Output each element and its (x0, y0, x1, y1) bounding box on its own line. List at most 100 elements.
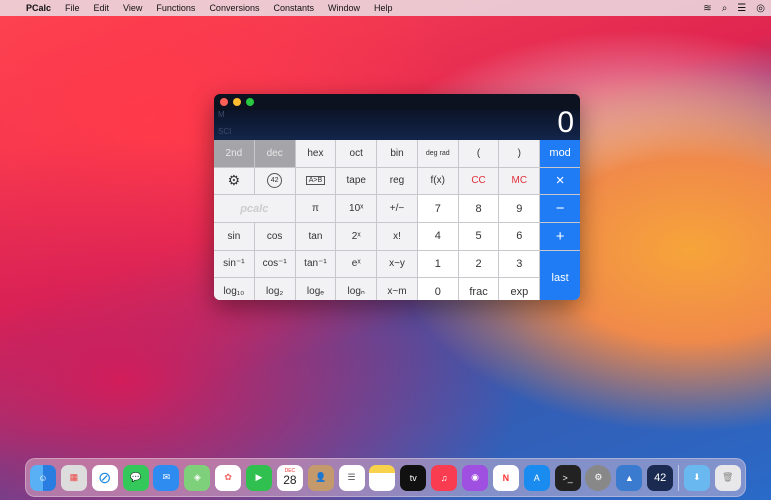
dock: ☺ ▦ ⊘ 💬 ✉ ◈ ✿ ▶ DEC28 👤 ☰ tv ♫ ◉ N A >_ … (25, 458, 746, 497)
key-exp[interactable]: exp (499, 278, 539, 300)
menu-edit[interactable]: Edit (94, 3, 110, 13)
photos-icon[interactable]: ✿ (215, 465, 241, 491)
key-open-paren[interactable]: ( (459, 140, 499, 167)
key-deg-rad[interactable]: deg rad (418, 140, 458, 167)
key-log2[interactable]: log₂ (255, 278, 295, 300)
news-icon[interactable]: N (493, 465, 519, 491)
finder-icon[interactable]: ☺ (30, 465, 56, 491)
key-4[interactable]: 4 (418, 223, 458, 250)
system-preferences-icon[interactable]: ⚙ (585, 465, 611, 491)
key-tape[interactable]: tape (336, 168, 376, 195)
gear-icon: ⚙ (228, 172, 241, 189)
key-atan[interactable]: tan⁻¹ (296, 251, 336, 278)
key-factorial[interactable]: x! (377, 223, 417, 250)
key-mod[interactable]: mod (540, 140, 580, 167)
key-close-paren[interactable]: ) (499, 140, 539, 167)
key-plus-minus[interactable]: +/− (377, 195, 417, 222)
key-dec[interactable]: dec (255, 140, 295, 167)
menu-help[interactable]: Help (374, 3, 393, 13)
pcalc-dock-icon[interactable]: 42 (647, 465, 673, 491)
key-10-pow-x[interactable]: 10ˣ (336, 195, 376, 222)
key-acos[interactable]: cos⁻¹ (255, 251, 295, 278)
dock-separator (678, 465, 679, 491)
key-sin[interactable]: sin (214, 223, 254, 250)
key-swap-xy[interactable]: x~y (377, 251, 417, 278)
notes-icon[interactable] (369, 465, 395, 491)
podcasts-icon[interactable]: ◉ (462, 465, 488, 491)
key-subtract[interactable]: − (540, 195, 580, 222)
key-e-pow-x[interactable]: eˣ (336, 251, 376, 278)
menu-constants[interactable]: Constants (273, 3, 314, 13)
key-bin[interactable]: bin (377, 140, 417, 167)
reminders-icon[interactable]: ☰ (339, 465, 365, 491)
key-oct[interactable]: oct (336, 140, 376, 167)
key-logn[interactable]: logₙ (336, 278, 376, 300)
key-9[interactable]: 9 (499, 195, 539, 222)
calendar-day: 28 (283, 474, 296, 486)
key-8[interactable]: 8 (459, 195, 499, 222)
key-swap-xm[interactable]: x~m (377, 278, 417, 300)
key-2-pow-x[interactable]: 2ˣ (336, 223, 376, 250)
key-log10[interactable]: log₁₀ (214, 278, 254, 300)
key-0[interactable]: 0 (418, 278, 458, 300)
siri-icon[interactable]: ◎ (756, 3, 765, 14)
mail-icon[interactable]: ✉ (153, 465, 179, 491)
key-6[interactable]: 6 (499, 223, 539, 250)
key-add[interactable]: + (540, 223, 580, 250)
terminal-icon[interactable]: >_ (555, 465, 581, 491)
tv-icon[interactable]: tv (400, 465, 426, 491)
zoom-button[interactable] (246, 98, 254, 106)
downloads-icon[interactable]: ⬇ (684, 465, 710, 491)
key-asin[interactable]: sin⁻¹ (214, 251, 254, 278)
menu-conversions[interactable]: Conversions (209, 3, 259, 13)
menu-functions[interactable]: Functions (156, 3, 195, 13)
monterey-icon[interactable]: ▲ (616, 465, 642, 491)
key-a-to-b[interactable]: A>B (296, 168, 336, 195)
pcalc-window: M SCI 0 2nd dec hex oct bin deg rad ( ) … (214, 94, 580, 300)
key-1[interactable]: 1 (418, 251, 458, 278)
key-frac[interactable]: frac (459, 278, 499, 300)
key-last[interactable]: last (540, 251, 580, 300)
key-2nd[interactable]: 2nd (214, 140, 254, 167)
maps-icon[interactable]: ◈ (184, 465, 210, 491)
mode-indicator: SCI (218, 127, 231, 136)
display-value: 0 (557, 106, 574, 140)
memory-indicator: M (218, 110, 225, 119)
messages-icon[interactable]: 💬 (123, 465, 149, 491)
title-bar (214, 94, 580, 110)
music-icon[interactable]: ♫ (431, 465, 457, 491)
launchpad-icon[interactable]: ▦ (61, 465, 87, 491)
calendar-icon[interactable]: DEC28 (277, 465, 303, 491)
menu-file[interactable]: File (65, 3, 80, 13)
key-cos[interactable]: cos (255, 223, 295, 250)
key-fx[interactable]: f(x) (418, 168, 458, 195)
facetime-icon[interactable]: ▶ (246, 465, 272, 491)
key-tan[interactable]: tan (296, 223, 336, 250)
key-multiply[interactable]: × (540, 168, 580, 195)
key-cc[interactable]: CC (459, 168, 499, 195)
control-center-icon[interactable]: ☰ (737, 3, 746, 14)
key-reg[interactable]: reg (377, 168, 417, 195)
badge-42-icon: 42 (267, 173, 282, 188)
settings-button[interactable]: ⚙ (214, 168, 254, 195)
minimize-button[interactable] (233, 98, 241, 106)
contacts-icon[interactable]: 👤 (308, 465, 334, 491)
search-icon[interactable]: ⌕ (722, 3, 728, 14)
safari-icon[interactable]: ⊘ (92, 465, 118, 491)
key-7[interactable]: 7 (418, 195, 458, 222)
menu-app-name[interactable]: PCalc (26, 3, 51, 13)
wifi-icon[interactable]: ≋ (703, 3, 711, 14)
menu-view[interactable]: View (123, 3, 142, 13)
menu-window[interactable]: Window (328, 3, 360, 13)
key-42[interactable]: 42 (255, 168, 295, 195)
key-5[interactable]: 5 (459, 223, 499, 250)
close-button[interactable] (220, 98, 228, 106)
key-pi[interactable]: π (296, 195, 336, 222)
key-hex[interactable]: hex (296, 140, 336, 167)
key-3[interactable]: 3 (499, 251, 539, 278)
app-store-icon[interactable]: A (524, 465, 550, 491)
key-ln[interactable]: logₑ (296, 278, 336, 300)
key-mc[interactable]: MC (499, 168, 539, 195)
key-2[interactable]: 2 (459, 251, 499, 278)
trash-icon[interactable]: 🗑 (715, 465, 741, 491)
